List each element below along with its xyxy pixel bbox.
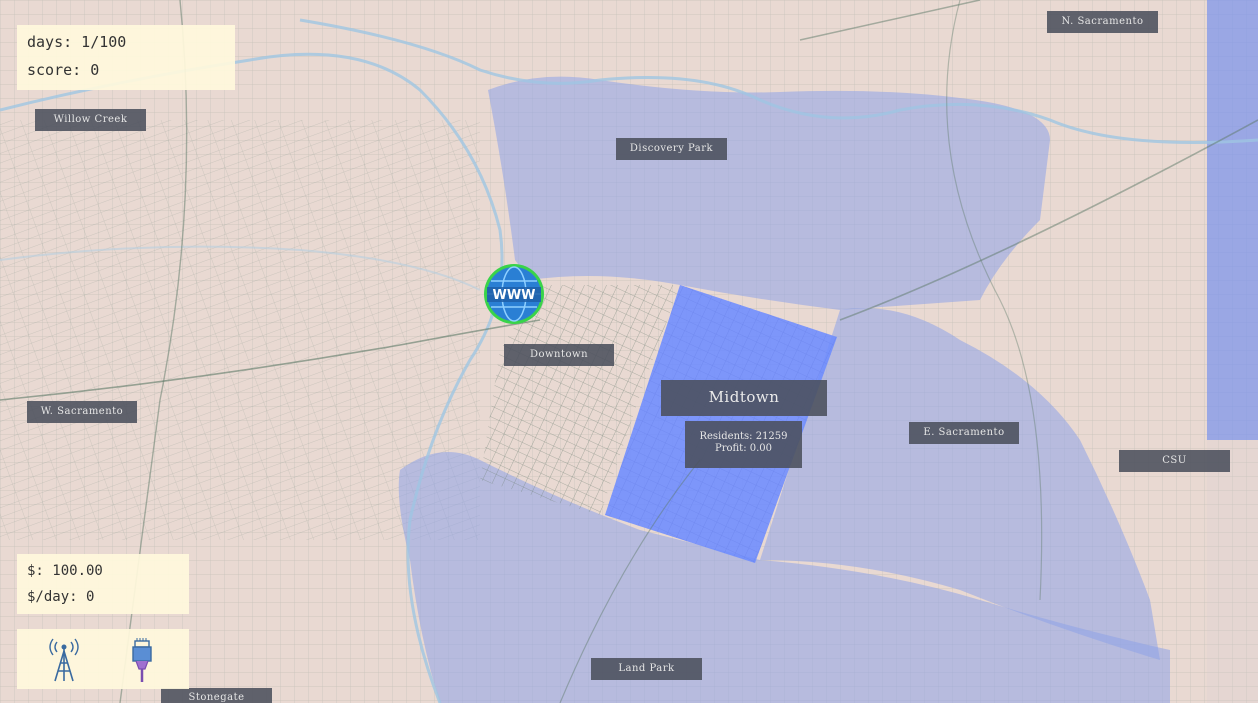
region-title-midtown[interactable]: Midtown <box>661 380 827 416</box>
globe-icon: WWW <box>484 264 544 324</box>
label-stonegate[interactable]: Stonegate <box>161 688 272 703</box>
discovery-park-region <box>488 76 1050 311</box>
days-counter: days: 1/100 <box>27 33 127 51</box>
internet-hub-node[interactable]: WWW <box>483 263 545 325</box>
balance: $: 100.00 <box>27 563 103 579</box>
label-willow-creek[interactable]: Willow Creek <box>35 109 146 131</box>
tool-palette <box>17 629 189 689</box>
ethernet-cable-tool[interactable] <box>125 637 159 683</box>
far-east-strip <box>1207 0 1258 440</box>
region-residents: Residents: 21259 <box>699 431 788 442</box>
cell-tower-tool[interactable] <box>47 637 81 683</box>
label-discovery-park[interactable]: Discovery Park <box>616 138 727 160</box>
region-profit: Profit: 0.00 <box>714 443 773 454</box>
www-label: WWW <box>492 288 535 303</box>
label-e-sacramento[interactable]: E. Sacramento <box>909 422 1019 444</box>
income-per-day: $/day: 0 <box>27 589 95 605</box>
label-land-park[interactable]: Land Park <box>591 658 702 680</box>
label-w-sacramento[interactable]: W. Sacramento <box>27 401 137 423</box>
money-panel: $: 100.00 $/day: 0 <box>17 554 189 614</box>
label-csu[interactable]: CSU <box>1119 450 1230 472</box>
label-downtown[interactable]: Downtown <box>504 344 614 366</box>
region-info: Residents: 21259 Profit: 0.00 <box>685 421 802 468</box>
cell-tower-icon <box>49 638 79 682</box>
stats-panel: days: 1/100 score: 0 <box>17 25 235 90</box>
score-counter: score: 0 <box>27 61 100 79</box>
ethernet-cable-icon <box>132 638 152 682</box>
label-n-sacramento[interactable]: N. Sacramento <box>1047 11 1158 33</box>
